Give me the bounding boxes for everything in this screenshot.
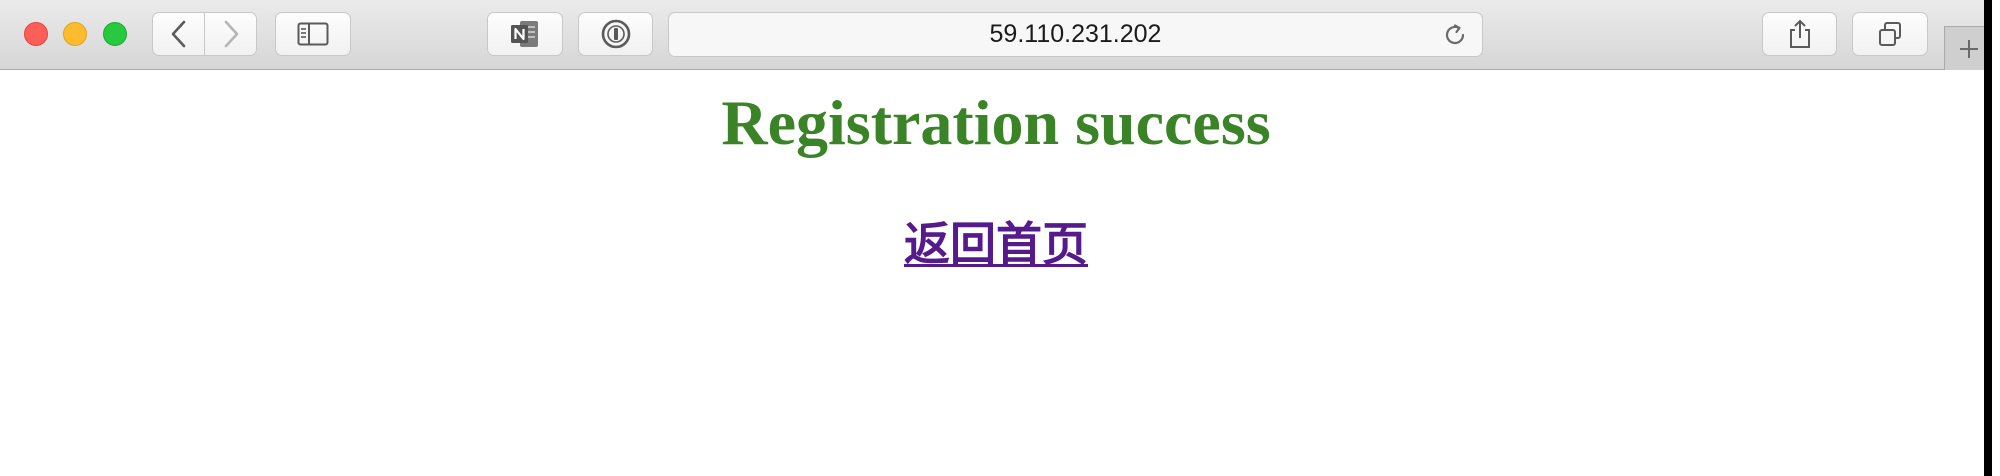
reload-icon[interactable] bbox=[1442, 22, 1468, 48]
share-icon bbox=[1789, 19, 1810, 48]
maximize-window-button[interactable] bbox=[103, 22, 127, 46]
browser-window: 59.110.231.202 Registration success 返回首页 bbox=[0, 0, 1992, 476]
window-edge bbox=[1984, 0, 1992, 476]
forward-button[interactable] bbox=[204, 13, 256, 55]
address-url[interactable]: 59.110.231.202 bbox=[669, 13, 1482, 56]
address-bar[interactable]: 59.110.231.202 bbox=[668, 12, 1483, 57]
sidebar-icon bbox=[297, 22, 329, 46]
page-title: Registration success bbox=[721, 87, 1271, 158]
browser-toolbar: 59.110.231.202 bbox=[0, 0, 1992, 70]
back-button[interactable] bbox=[153, 13, 204, 55]
chevron-left-icon bbox=[171, 20, 185, 48]
home-link-container: 返回首页 bbox=[0, 208, 1992, 274]
minimize-window-button[interactable] bbox=[63, 22, 87, 46]
close-window-button[interactable] bbox=[24, 22, 48, 46]
password-manager-button[interactable] bbox=[578, 12, 653, 56]
share-button[interactable] bbox=[1762, 12, 1837, 56]
plus-icon bbox=[1959, 39, 1978, 58]
navigation-buttons bbox=[152, 12, 257, 56]
onenote-icon bbox=[511, 21, 538, 47]
tabs-overview-button[interactable] bbox=[1852, 12, 1928, 56]
return-home-link[interactable]: 返回首页 bbox=[904, 217, 1088, 271]
sidebar-button[interactable] bbox=[275, 12, 351, 56]
onenote-extension-button[interactable] bbox=[487, 12, 563, 56]
password-manager-icon bbox=[601, 19, 630, 49]
chevron-right-icon bbox=[224, 20, 238, 48]
tabs-overview-icon bbox=[1879, 22, 1901, 46]
page-content: Registration success 返回首页 bbox=[0, 70, 1992, 476]
